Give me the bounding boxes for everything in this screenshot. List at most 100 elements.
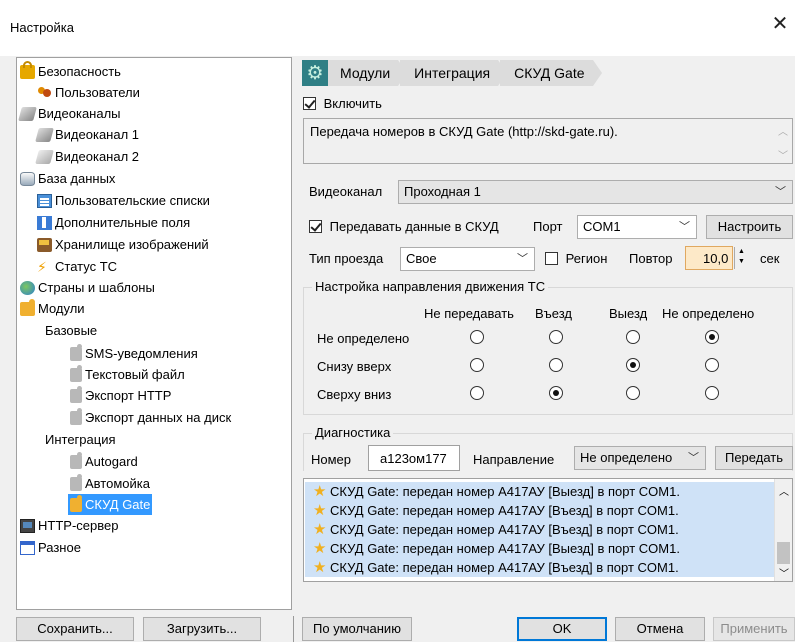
pass-type-value: Свое xyxy=(406,251,437,266)
radio-bottomup-undefined[interactable] xyxy=(705,358,719,372)
scroll-up-icon[interactable]: ︿ xyxy=(779,483,789,498)
videochannel-select[interactable]: Проходная 1 ﹀ xyxy=(398,180,793,204)
log-item: ★ СКУД Gate: передан номер А417АУ [Въезд]… xyxy=(305,558,775,577)
star-icon: ★ xyxy=(313,502,327,519)
transfer-checkbox-row[interactable]: Передавать данные в СКУД xyxy=(309,219,499,234)
tree-item-security[interactable]: Безопасность xyxy=(20,61,125,82)
tree-item-countries[interactable]: Страны и шаблоны xyxy=(20,277,159,298)
radio-undefined-none[interactable] xyxy=(470,330,484,344)
radio-undefined-exit[interactable] xyxy=(626,330,640,344)
tree-item-videochannels[interactable]: Видеоканалы xyxy=(18,103,125,124)
tree-item-vehicle-status[interactable]: Статус ТС xyxy=(37,256,121,278)
transfer-label: Передавать данные в СКУД xyxy=(329,219,499,234)
save-button[interactable]: Сохранить... xyxy=(16,617,134,641)
cancel-button[interactable]: Отмена xyxy=(615,617,705,641)
scroll-down-icon[interactable]: ﹀ xyxy=(778,147,788,162)
enable-checkbox[interactable] xyxy=(303,97,316,110)
tree-item-extra-fields[interactable]: Дополнительные поля xyxy=(37,212,194,233)
tree-item-text-file[interactable]: Текстовый файл xyxy=(70,364,189,385)
log-item: ★ СКУД Gate: передан номер А417АУ [Въезд]… xyxy=(305,501,775,520)
tree-item-basic[interactable]: Базовые xyxy=(45,320,101,341)
tree-item-label: Экспорт HTTP xyxy=(85,388,172,403)
tree-item-sms[interactable]: SMS-уведомления xyxy=(70,343,202,364)
tree-item-autogard[interactable]: Autogard xyxy=(70,451,142,472)
radio-undefined-undefined[interactable] xyxy=(705,330,719,344)
radio-bottomup-none[interactable] xyxy=(470,358,484,372)
camera-icon xyxy=(35,128,54,142)
repeat-spinbox[interactable]: 10,0 xyxy=(685,246,733,270)
number-value: а123ом177 xyxy=(380,451,447,466)
radio-topdown-exit[interactable] xyxy=(626,386,640,400)
repeat-label: Повтор xyxy=(629,251,673,266)
puzzle-icon xyxy=(70,408,82,425)
log-scrollbar[interactable]: ︿ ﹀ xyxy=(774,479,792,581)
tree-item-label: Автомойка xyxy=(85,476,150,491)
storage-icon xyxy=(37,238,52,252)
send-button[interactable]: Передать xyxy=(715,446,793,470)
tree-item-carwash[interactable]: Автомойка xyxy=(70,473,154,494)
breadcrumb-integration[interactable]: Интеграция xyxy=(400,60,508,86)
number-input[interactable]: а123ом177 xyxy=(368,445,460,471)
tree-item-videochannel-1[interactable]: Видеоканал 1 xyxy=(35,124,143,145)
description-text: Передача номеров в СКУД Gate (http://skd… xyxy=(310,124,618,139)
puzzle-icon xyxy=(70,495,82,512)
ok-button[interactable]: OK xyxy=(517,617,607,641)
footer-divider xyxy=(293,616,294,642)
tree-item-database[interactable]: База данных xyxy=(20,168,119,189)
radio-topdown-undefined[interactable] xyxy=(705,386,719,400)
tree-item-user-lists[interactable]: Пользовательские списки xyxy=(37,190,214,211)
apply-button[interactable]: Применить xyxy=(713,617,795,641)
scroll-thumb[interactable] xyxy=(777,542,790,564)
radio-undefined-entry[interactable] xyxy=(549,330,563,344)
window-title: Настройка xyxy=(10,20,74,35)
tree-item-label: Пользователи xyxy=(55,85,140,100)
region-checkbox-row[interactable]: Регион xyxy=(545,251,607,266)
configure-button[interactable]: Настроить xyxy=(706,215,793,239)
radio-topdown-entry[interactable] xyxy=(549,386,563,400)
radio-bottomup-entry[interactable] xyxy=(549,358,563,372)
defaults-button[interactable]: По умолчанию xyxy=(302,617,412,641)
col-header-entry: Въезд xyxy=(535,306,573,321)
close-icon[interactable]: ✕ xyxy=(770,14,790,34)
videochannel-value: Проходная 1 xyxy=(404,184,481,199)
tree-item-modules[interactable]: Модули xyxy=(20,298,89,319)
tree-item-label: Autogard xyxy=(85,454,138,469)
repeat-value: 10,0 xyxy=(703,251,729,266)
settings-tree[interactable]: Безопасность Пользователи Видеоканалы Ви… xyxy=(16,57,292,610)
region-checkbox[interactable] xyxy=(545,252,558,265)
tree-item-misc[interactable]: Разное xyxy=(20,537,85,558)
globe-icon xyxy=(20,281,35,295)
scroll-up-icon[interactable]: ︿ xyxy=(778,123,788,138)
tree-item-image-storage[interactable]: Хранилище изображений xyxy=(37,234,213,255)
transfer-checkbox[interactable] xyxy=(309,220,322,233)
breadcrumb-modules[interactable]: Модули xyxy=(328,60,408,86)
diagnostics-log[interactable]: ★ СКУД Gate: передан номер А417АУ [Выезд]… xyxy=(303,478,793,582)
tree-item-videochannel-2[interactable]: Видеоканал 2 xyxy=(35,146,143,167)
port-select[interactable]: COM1 ﹀ xyxy=(577,215,697,239)
port-value: COM1 xyxy=(583,219,621,234)
spin-arrows-icon[interactable]: ▲ ▼ xyxy=(734,247,748,269)
tree-item-integration[interactable]: Интеграция xyxy=(45,429,120,450)
tree-item-http-server[interactable]: HTTP-сервер xyxy=(20,515,122,536)
col-header-none: Не передавать xyxy=(424,306,514,321)
tree-item-label: Видеоканал 1 xyxy=(55,127,140,142)
puzzle-icon xyxy=(70,365,82,382)
tree-item-http-export[interactable]: Экспорт HTTP xyxy=(70,385,175,406)
direction-select[interactable]: Не определено ﹀ xyxy=(574,446,706,470)
tree-item-label: Видеоканалы xyxy=(38,106,121,121)
videochannel-label: Видеоканал xyxy=(309,184,383,199)
radio-topdown-none[interactable] xyxy=(470,386,484,400)
tree-item-users[interactable]: Пользователи xyxy=(37,82,144,103)
load-button[interactable]: Загрузить... xyxy=(143,617,261,641)
breadcrumb-skud-gate[interactable]: СКУД Gate xyxy=(500,60,602,86)
col-header-undefined: Не определено xyxy=(662,306,755,321)
radio-bottomup-exit[interactable] xyxy=(626,358,640,372)
fields-icon xyxy=(37,216,52,230)
tree-item-skud-gate[interactable]: СКУД Gate xyxy=(68,494,152,515)
pass-type-select[interactable]: Свое ﹀ xyxy=(400,247,535,271)
enable-checkbox-row[interactable]: Включить xyxy=(303,96,382,111)
scroll-down-icon[interactable]: ﹀ xyxy=(779,565,789,580)
description-scrollbar[interactable]: ︿ ﹀ xyxy=(775,119,792,163)
gear-icon: ⚙ xyxy=(302,60,328,86)
tree-item-disk-export[interactable]: Экспорт данных на диск xyxy=(70,407,235,428)
